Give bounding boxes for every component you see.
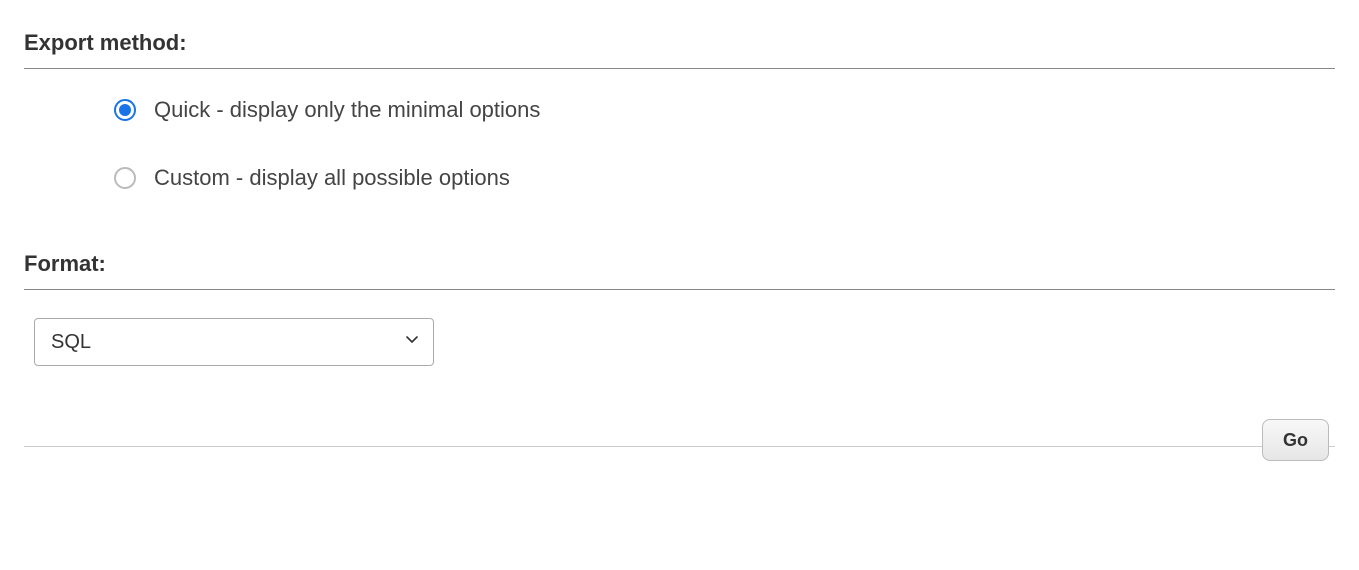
radio-option-quick[interactable]: Quick - display only the minimal options [114,97,1335,123]
radio-dot-icon [119,104,131,116]
radio-label-custom: Custom - display all possible options [154,165,510,191]
format-heading: Format: [24,251,1335,290]
footer-row: Go [24,446,1335,482]
format-select[interactable]: SQL [34,318,434,366]
format-select-value: SQL [51,331,91,354]
radio-icon [114,99,136,121]
radio-label-quick: Quick - display only the minimal options [154,97,540,123]
radio-icon [114,167,136,189]
go-button[interactable]: Go [1262,419,1329,461]
export-method-radio-group: Quick - display only the minimal options… [24,97,1335,191]
format-select-wrapper: SQL [34,318,434,366]
radio-option-custom[interactable]: Custom - display all possible options [114,165,1335,191]
export-method-heading: Export method: [24,30,1335,69]
